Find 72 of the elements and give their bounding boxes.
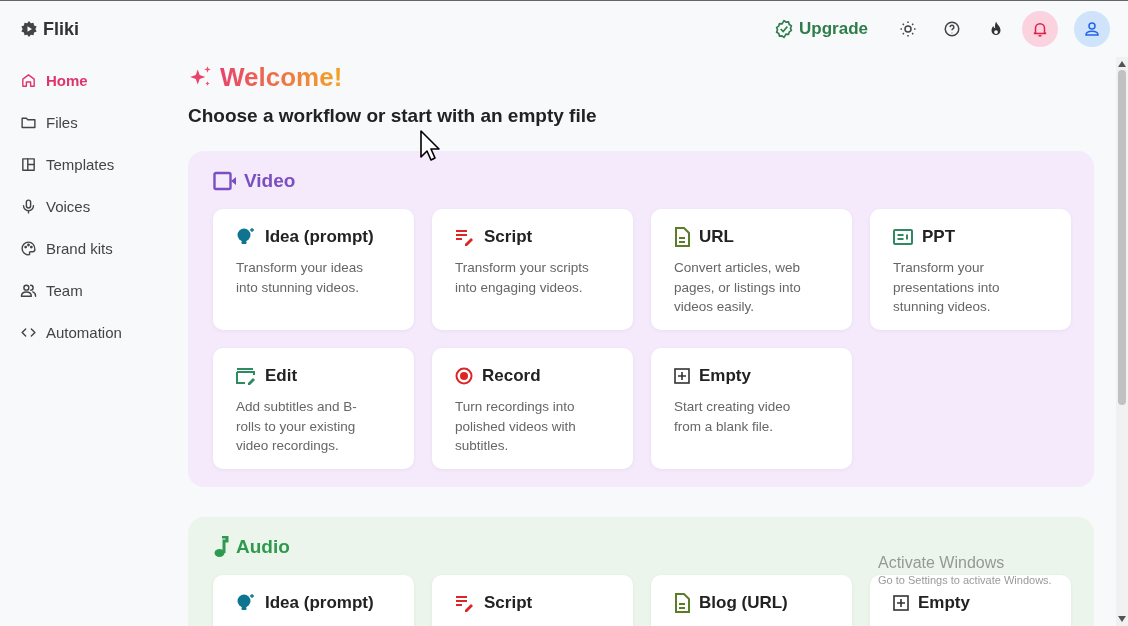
welcome-subtitle: Choose a workflow or start with an empty file bbox=[188, 105, 598, 127]
lightbulb-icon bbox=[236, 593, 256, 613]
card-description: Transform your ideas into stunning videos. bbox=[236, 259, 365, 297]
card-title: Script bbox=[484, 227, 533, 247]
script-pen-icon bbox=[455, 594, 475, 612]
sidebar-item[interactable]: Team bbox=[20, 279, 83, 302]
sidebar-item[interactable]: Brand kits bbox=[20, 237, 113, 260]
document-icon bbox=[674, 227, 690, 247]
music-note-icon bbox=[213, 536, 229, 558]
sidebar-item[interactable]: Templates bbox=[20, 153, 115, 176]
verified-badge-icon bbox=[774, 19, 795, 39]
activate-windows-title: Activate Windows bbox=[878, 554, 1006, 572]
workflow-card[interactable]: Edit Add subtitles and B-rolls to your existing video recordings. bbox=[213, 348, 414, 469]
scroll-up-icon[interactable] bbox=[1118, 61, 1126, 67]
workflow-card[interactable]: Blog (URL) bbox=[651, 575, 852, 626]
card-title: Script bbox=[484, 593, 533, 613]
help-icon bbox=[943, 20, 961, 38]
workflow-card[interactable]: Script Transform your scripts into engaging videos. bbox=[432, 209, 633, 330]
sun-icon bbox=[899, 20, 917, 38]
home-icon bbox=[20, 72, 37, 89]
bell-icon bbox=[1031, 20, 1049, 38]
user-icon bbox=[1083, 20, 1101, 38]
mouse-pointer-icon bbox=[420, 130, 442, 162]
card-description: Transform your presentations into stunning videos. bbox=[893, 259, 1001, 316]
upgrade-button[interactable]: Upgrade bbox=[770, 15, 872, 43]
brand-name: Fliki bbox=[43, 18, 79, 40]
sidebar-item[interactable]: Automation bbox=[20, 321, 122, 344]
workflow-card[interactable]: Idea (prompt) bbox=[213, 575, 414, 626]
card-title: PPT bbox=[922, 227, 956, 247]
sidebar-item[interactable]: Home bbox=[20, 69, 88, 92]
workflow-card[interactable]: PPT Transform your presentations into stunning videos. bbox=[870, 209, 1071, 330]
card-title: Idea (prompt) bbox=[265, 227, 374, 247]
scrollbar[interactable] bbox=[1116, 57, 1128, 626]
lightbulb-icon bbox=[236, 227, 256, 247]
video-camera-icon bbox=[213, 171, 237, 191]
sidebar-item[interactable]: Files bbox=[20, 111, 78, 134]
scroll-down-icon[interactable] bbox=[1118, 616, 1126, 622]
card-title: Empty bbox=[918, 593, 970, 613]
record-icon bbox=[455, 367, 473, 385]
plus-square-icon bbox=[893, 595, 909, 611]
card-description: Add subtitles and B-rolls to your existing video recordings. bbox=[236, 398, 358, 455]
card-title: Blog (URL) bbox=[699, 593, 788, 613]
card-title: Idea (prompt) bbox=[265, 593, 374, 613]
sidebar-item[interactable]: Voices bbox=[20, 195, 91, 218]
card-title: Record bbox=[482, 366, 541, 386]
activate-windows-message: Go to Settings to activate Windows. bbox=[878, 574, 1052, 586]
card-title: Edit bbox=[265, 366, 298, 386]
workflow-card[interactable]: Script bbox=[432, 575, 633, 626]
card-description: Start creating video from a blank file. bbox=[674, 398, 792, 436]
script-pen-icon bbox=[455, 228, 475, 246]
microphone-icon bbox=[20, 198, 37, 215]
workflow-card[interactable]: Empty Start creating video from a blank file. bbox=[651, 348, 852, 469]
card-description: Turn recordings into polished videos with subtitles. bbox=[455, 398, 577, 455]
section-title: Audio bbox=[236, 536, 290, 558]
clapperboard-pen-icon bbox=[236, 367, 256, 385]
presentation-icon bbox=[893, 229, 913, 245]
palette-icon bbox=[20, 240, 37, 257]
logo-icon bbox=[20, 20, 38, 38]
card-description: Transform your scripts into engaging videos. bbox=[455, 259, 590, 297]
notifications-button[interactable] bbox=[1022, 11, 1058, 47]
workflow-card[interactable]: URL Convert articles, web pages, or listings into videos easily. bbox=[651, 209, 852, 330]
document-icon bbox=[674, 593, 690, 613]
card-description: Convert articles, web pages, or listings into videos easily. bbox=[674, 259, 802, 316]
workflow-card[interactable]: Idea (prompt) Transform your ideas into stunning videos. bbox=[213, 209, 414, 330]
layout-icon bbox=[20, 156, 37, 173]
card-title: URL bbox=[699, 227, 734, 247]
people-icon bbox=[20, 282, 37, 299]
workflow-card[interactable]: Record Turn recordings into polished videos with subtitles. bbox=[432, 348, 633, 469]
section-title: Video bbox=[244, 170, 296, 192]
account-button[interactable] bbox=[1074, 11, 1110, 47]
card-title: Empty bbox=[699, 366, 751, 386]
plus-square-icon bbox=[674, 368, 690, 384]
